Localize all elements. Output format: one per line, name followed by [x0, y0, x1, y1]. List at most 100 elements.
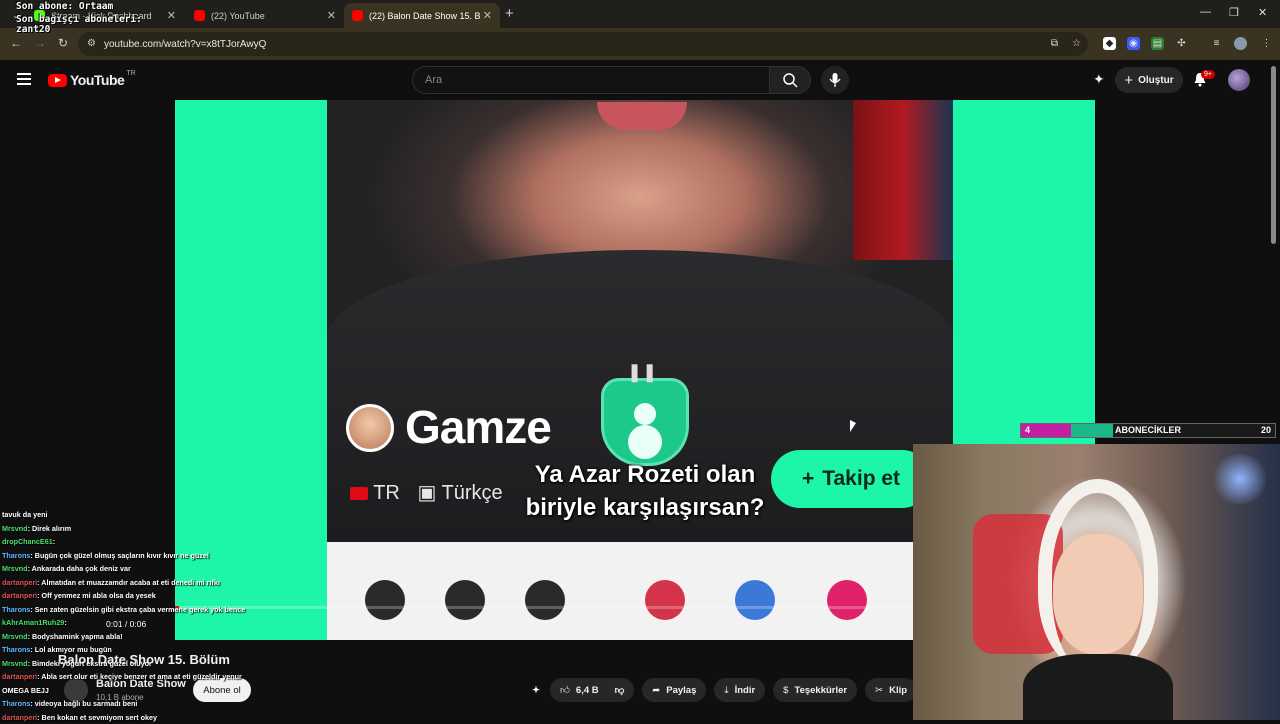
video-off-icon — [445, 580, 485, 620]
chat-message: tavuk da yeni — [2, 508, 302, 522]
chat-username[interactable]: Tharons — [2, 645, 30, 654]
sparkle-icon — [525, 580, 565, 620]
chat-username[interactable]: Mrsvnd — [2, 564, 28, 573]
chat-username[interactable]: dartanperi — [2, 591, 37, 600]
create-button[interactable]: + Oluştur — [1115, 67, 1183, 93]
share-button[interactable]: ➦ Paylaş — [642, 678, 706, 702]
chat-username[interactable]: Mrsvnd — [2, 524, 28, 533]
language-code: TR — [373, 482, 400, 504]
address-bar-row: ← → ↻ ⚙ youtube.com/watch?v=x8tTJorAwyQ … — [0, 28, 1280, 60]
chat-username[interactable]: Tharons — [2, 551, 30, 560]
extension-icon[interactable]: ◆ — [1103, 37, 1116, 50]
clip-label: Klip — [889, 685, 907, 696]
thanks-label: Teşekkürler — [794, 685, 847, 696]
restore-icon[interactable]: ❐ — [1229, 6, 1239, 19]
site-info-icon[interactable]: ⚙ — [87, 38, 96, 49]
chat-username[interactable]: Tharons — [2, 699, 30, 708]
close-icon[interactable]: ✕ — [483, 9, 492, 22]
chat-username[interactable]: dropChancE61 — [2, 537, 53, 546]
extensions-puzzle-icon[interactable]: ✣ — [1175, 37, 1188, 50]
video-time: 0:01 / 0:06 — [106, 619, 146, 629]
pause-icon[interactable]: ❚❚ — [627, 362, 657, 383]
heart-icon — [827, 580, 867, 620]
url-field[interactable]: ⚙ youtube.com/watch?v=x8tTJorAwyQ — [78, 32, 1088, 56]
create-label: Oluştur — [1138, 75, 1174, 86]
thanks-button[interactable]: $ Teşekkürler — [773, 678, 857, 702]
profile-avatar — [346, 404, 394, 452]
last-subscriber: Son abone: Ortaam — [16, 2, 142, 12]
youtube-logo[interactable]: YouTube TR — [48, 72, 136, 88]
chat-username[interactable]: Tharons — [2, 605, 30, 614]
background-lights — [1210, 454, 1270, 504]
forward-icon[interactable]: → — [34, 36, 46, 50]
close-window-icon[interactable]: ✕ — [1258, 6, 1267, 19]
youtube-icon — [194, 10, 205, 21]
media-queue-icon[interactable]: ≡ — [1210, 37, 1223, 50]
account-avatar[interactable] — [1228, 69, 1250, 91]
chat-text: : Lol akmıyor mu bugün — [30, 645, 111, 654]
tab-youtube[interactable]: (22) YouTube ✕ — [186, 3, 344, 28]
dislike-icon[interactable]: 👎︎ — [615, 684, 625, 696]
chat-message: Mrsvnd: Ankarada daha çok deniz var — [2, 562, 302, 576]
plus-icon: + — [802, 467, 814, 491]
chat-message: Mrsvnd: Direk alırım — [2, 522, 302, 536]
ai-sparkle-icon[interactable]: ✦ — [530, 678, 542, 702]
streamer-outfit — [1023, 654, 1173, 720]
extension-icon[interactable]: ▤ — [1151, 37, 1164, 50]
chat-text: : — [53, 537, 55, 546]
chat-username[interactable]: dartanperi — [2, 578, 37, 587]
rose-icon — [645, 580, 685, 620]
chat-username[interactable]: Mrsvnd — [2, 632, 28, 641]
chat-username[interactable]: dartanperi — [2, 672, 37, 681]
app-action-card — [327, 542, 953, 640]
clip-button[interactable]: ✂ Klip — [865, 678, 917, 702]
chat-text: : Bugün çok güzel olmuş saçların kıvır k… — [30, 551, 209, 560]
minimize-icon[interactable]: — — [1200, 6, 1211, 18]
browser-tab-bar: ⌄ Stream - Kick Dashboard ✕ (22) YouTube… — [0, 0, 1280, 28]
chat-message: Tharons: Sen zaten güzelsin gibi ekstra … — [2, 603, 302, 617]
chat-username[interactable]: OMEGA BEJJ — [2, 686, 49, 695]
chat-text: tavuk da yeni — [2, 510, 48, 519]
kebab-menu-icon[interactable]: ⋮ — [1260, 37, 1273, 50]
back-icon[interactable]: ← — [10, 36, 22, 50]
like-count: 6,4 B — [576, 685, 599, 696]
menu-icon[interactable] — [17, 73, 31, 88]
download-button[interactable]: ⤓ İndir — [714, 678, 765, 702]
follow-label: Takip et — [822, 467, 900, 491]
search-button[interactable] — [769, 66, 811, 94]
search-input[interactable] — [413, 67, 769, 93]
page-scrollbar[interactable] — [1271, 66, 1276, 244]
streamer-face — [1053, 534, 1143, 654]
chat-username[interactable]: dartanperi — [2, 713, 37, 722]
turkey-flag-icon — [350, 487, 368, 500]
thumbs-up-icon — [735, 580, 775, 620]
youtube-header: YouTube TR ✦ + Oluştur 9+ — [0, 60, 1280, 100]
close-icon[interactable]: ✕ — [327, 9, 336, 22]
green-background-right — [953, 100, 1095, 445]
chat-username[interactable]: kAhrAman1Ruh29 — [2, 618, 64, 627]
follow-button: + Takip et — [771, 450, 931, 508]
extension-icon[interactable]: ◉ — [1127, 37, 1140, 50]
language-name: Türkçe — [442, 482, 503, 504]
like-button[interactable]: 👍︎ 6,4 B 👎︎ — [550, 678, 634, 702]
video-actions: ✦ 👍︎ 6,4 B 👎︎ ➦ Paylaş ⤓ İndir $ Teşekkü… — [530, 678, 917, 702]
chat-username[interactable]: Mrsvnd — [2, 659, 28, 668]
studio-sparkle-icon[interactable]: ✦ — [1093, 71, 1105, 88]
chat-text: : Sen zaten güzelsin gibi ekstra çaba ve… — [30, 605, 245, 614]
subtitle-line: Ya Azar Rozeti olan — [495, 458, 795, 491]
mouse-cursor-icon — [850, 420, 856, 432]
bookmark-star-icon[interactable]: ☆ — [1070, 37, 1083, 50]
profile-avatar-icon[interactable] — [1234, 37, 1247, 50]
translate-icon: ▣ — [417, 482, 436, 504]
share-icon: ➦ — [652, 685, 660, 696]
reload-icon[interactable]: ↻ — [58, 36, 68, 50]
tab-balon-date-show[interactable]: (22) Balon Date Show 15. B ✕ — [344, 3, 500, 28]
download-icon: ⤓ — [724, 685, 728, 696]
thanks-icon: $ — [783, 685, 788, 696]
new-tab-button[interactable]: + — [505, 5, 514, 22]
goal-segment — [1071, 424, 1113, 437]
cast-icon[interactable]: ⧉ — [1048, 37, 1061, 50]
chat-message: OMEGA BEJJ — [2, 684, 302, 698]
voice-search-button[interactable] — [821, 66, 849, 94]
close-icon[interactable]: ✕ — [167, 9, 176, 22]
